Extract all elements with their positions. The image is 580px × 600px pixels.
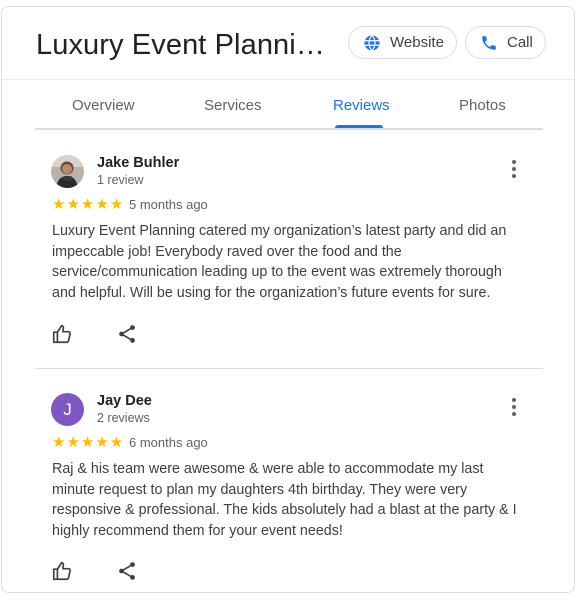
star-icon: ★ <box>95 434 109 451</box>
review-divider <box>35 368 543 369</box>
reviewer-review-count: 2 reviews <box>97 411 150 425</box>
business-card: Luxury Event Plannin… Website Call Overv… <box>1 6 575 593</box>
reviewer-review-count: 1 review <box>97 173 144 187</box>
star-icon: ★ <box>95 196 109 213</box>
star-icon: ★ <box>80 196 95 213</box>
thumb-up-icon <box>51 561 73 586</box>
share-icon <box>116 325 138 349</box>
more-vert-icon <box>511 159 517 184</box>
share-button[interactable] <box>116 323 140 347</box>
globe-icon <box>363 34 381 52</box>
tab-overview[interactable]: Overview <box>72 97 135 114</box>
avatar[interactable]: J <box>51 393 84 426</box>
reviewer-name[interactable]: Jake Buhler <box>97 155 179 171</box>
thumb-up-icon <box>51 324 73 349</box>
review-text: Luxury Event Planning catered my organiz… <box>52 223 507 301</box>
star-icon: ★ <box>66 434 80 451</box>
call-button[interactable]: Call <box>465 26 546 59</box>
star-icon: ★ <box>80 434 95 451</box>
share-icon <box>116 562 138 586</box>
tab-reviews[interactable]: Reviews <box>333 97 390 114</box>
like-button[interactable] <box>51 560 75 584</box>
share-button[interactable] <box>116 560 140 584</box>
business-title: Luxury Event Plannin… <box>36 29 336 61</box>
more-vert-icon <box>511 397 517 422</box>
reviewer-name[interactable]: Jay Dee <box>97 393 152 409</box>
more-options-button[interactable] <box>502 159 526 183</box>
tab-photos[interactable]: Photos <box>459 97 506 114</box>
review-date: 6 months ago <box>129 435 208 450</box>
review-date: 5 months ago <box>129 197 208 212</box>
phone-icon <box>480 34 498 52</box>
star-icon: ★ <box>52 434 66 451</box>
website-label: Website <box>390 34 444 51</box>
star-icon: ★ <box>109 196 124 213</box>
like-button[interactable] <box>51 323 75 347</box>
star-rating: ★ ★ ★ ★ ★ <box>52 435 123 450</box>
review-text: Raj & his team were awesome & were able … <box>52 461 517 539</box>
avatar[interactable] <box>51 155 84 188</box>
tabs-divider <box>35 128 543 130</box>
website-button[interactable]: Website <box>348 26 457 59</box>
tab-services[interactable]: Services <box>204 97 262 114</box>
more-options-button[interactable] <box>502 397 526 421</box>
header-divider <box>2 79 574 80</box>
star-icon: ★ <box>109 434 124 451</box>
star-rating: ★ ★ ★ ★ ★ <box>52 197 123 212</box>
call-label: Call <box>507 34 533 51</box>
star-icon: ★ <box>66 196 80 213</box>
star-icon: ★ <box>52 196 66 213</box>
